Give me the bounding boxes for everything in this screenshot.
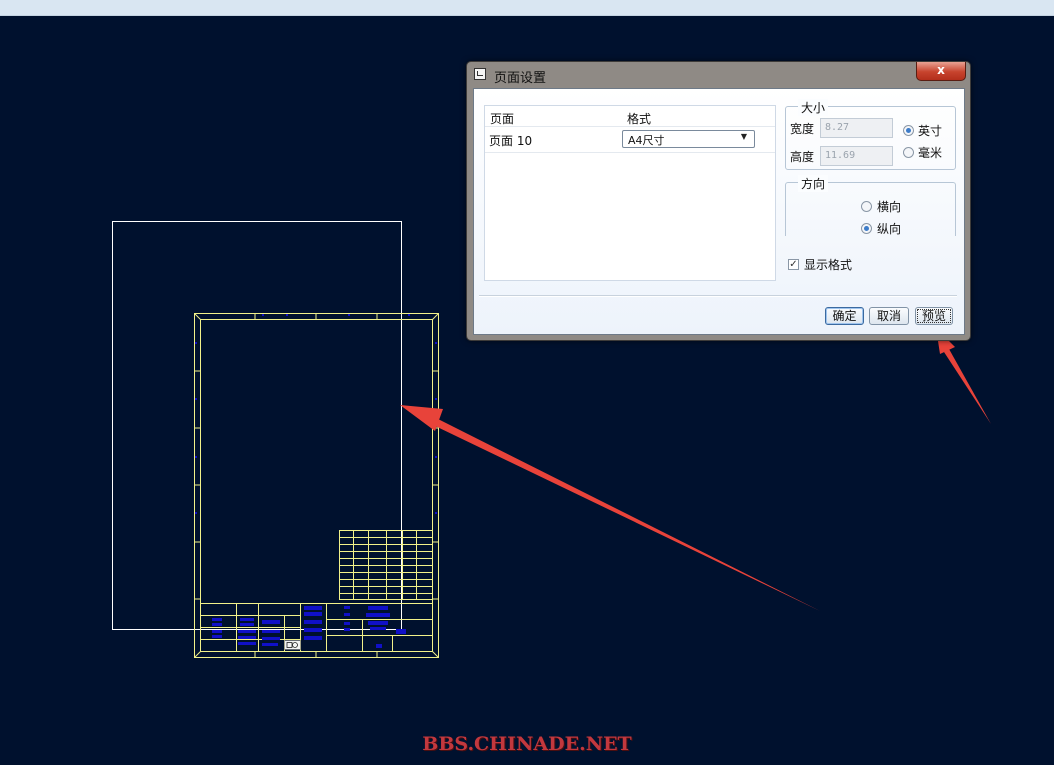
top-toolbar-strip — [0, 0, 1054, 16]
page-preview-outline — [112, 221, 402, 630]
annotation-arrow-to-outline — [400, 405, 820, 611]
height-label: 高度 — [790, 150, 815, 164]
projection-symbol — [284, 640, 301, 650]
unit-inch-radio[interactable] — [903, 125, 914, 136]
page-format-table: 页面 格式 页面 10 A4尺寸 ▼ — [484, 105, 776, 281]
preview-button[interactable]: 预览 — [915, 307, 953, 325]
dropdown-arrow-icon: ▼ — [740, 132, 747, 141]
width-field[interactable]: 8.27 — [820, 118, 893, 138]
orientation-group: 方向 横向 纵向 — [785, 175, 956, 237]
unit-inch-label[interactable]: 英寸 — [918, 122, 942, 139]
format-select-value: A4尺寸 — [628, 134, 665, 147]
dialog-titlebar[interactable]: 页面设置 x — [467, 62, 970, 88]
portrait-label[interactable]: 纵向 — [877, 220, 901, 237]
dialog-body: 页面 格式 页面 10 A4尺寸 ▼ 大小 宽度 8.27 高度 11.69 英… — [473, 88, 965, 335]
row-page-cell: 页面 10 — [489, 134, 533, 148]
watermark-text: BBS.CHINADE.NET — [422, 733, 632, 755]
landscape-radio[interactable] — [861, 201, 872, 212]
unit-mm-label[interactable]: 毫米 — [918, 144, 942, 161]
table-header: 页面 格式 — [485, 106, 775, 127]
unit-mm-radio[interactable] — [903, 147, 914, 158]
close-button[interactable]: x — [916, 62, 966, 81]
column-header-page: 页面 — [490, 112, 515, 126]
page-setup-dialog: 页面设置 x 页面 格式 页面 10 A4尺寸 ▼ 大小 宽度 8.27 高度 … — [466, 61, 971, 341]
show-format-label[interactable]: 显示格式 — [804, 256, 852, 273]
title-block-symbols — [195, 314, 437, 648]
button-separator — [479, 295, 957, 297]
page-setup-icon — [474, 68, 486, 80]
show-format-checkbox[interactable]: ✓ — [788, 259, 799, 270]
size-group-label: 大小 — [798, 99, 829, 116]
table-row[interactable]: 页面 10 A4尺寸 ▼ — [485, 127, 775, 153]
size-group: 大小 宽度 8.27 高度 11.69 英寸 毫米 — [785, 99, 956, 170]
close-icon: x — [937, 63, 945, 77]
width-label: 宽度 — [790, 122, 815, 136]
portrait-radio[interactable] — [861, 223, 872, 234]
height-field[interactable]: 11.69 — [820, 146, 893, 166]
dialog-title: 页面设置 — [494, 71, 547, 86]
landscape-label[interactable]: 横向 — [877, 198, 901, 215]
format-select[interactable]: A4尺寸 ▼ — [622, 130, 755, 148]
orientation-group-label: 方向 — [798, 175, 829, 192]
ok-button[interactable]: 确定 — [825, 307, 864, 325]
annotation-arrow-to-preview — [936, 328, 991, 424]
cancel-button[interactable]: 取消 — [869, 307, 909, 325]
column-header-format: 格式 — [627, 112, 652, 126]
